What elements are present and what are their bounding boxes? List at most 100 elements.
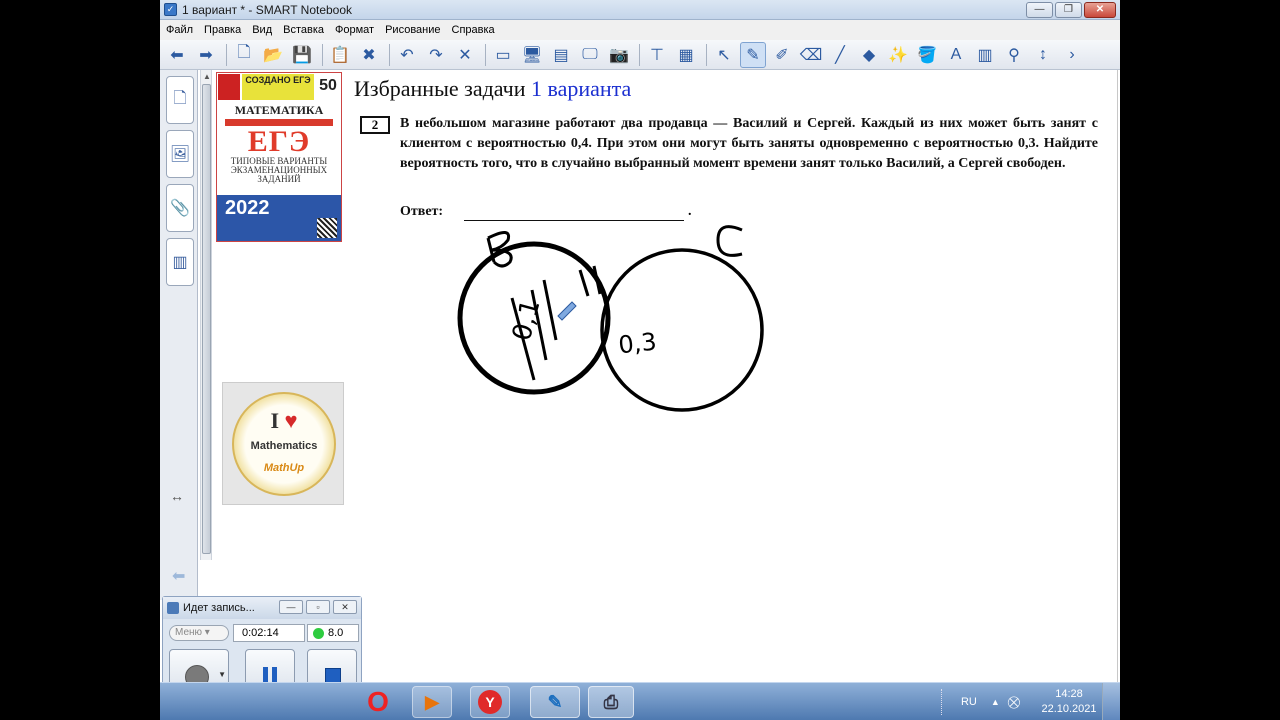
book-subject: МАТЕМАТИКА bbox=[234, 103, 324, 117]
shapes-icon[interactable]: ◆ bbox=[856, 42, 882, 68]
vertical-scrollbar[interactable]: ▲ bbox=[200, 70, 212, 560]
clock-date: 22.10.2021 bbox=[1041, 703, 1097, 715]
recorder-level: 8.0 bbox=[307, 624, 359, 642]
gallery-tab[interactable]: 🖼 bbox=[166, 130, 194, 178]
smart-notebook-taskbar-icon[interactable]: ✎ bbox=[530, 686, 580, 718]
save-icon[interactable]: 💾 bbox=[289, 42, 315, 68]
menu-format[interactable]: Формат bbox=[335, 24, 374, 36]
maximize-button[interactable]: ❐ bbox=[1055, 2, 1082, 18]
move-toolbar-icon[interactable]: ↕ bbox=[1030, 42, 1056, 68]
pen-icon[interactable]: ✎ bbox=[740, 41, 766, 68]
heart-icon: ♥ bbox=[284, 408, 298, 433]
menu-bar: Файл Правка Вид Вставка Формат Рисование… bbox=[160, 20, 1120, 40]
eraser-icon[interactable]: ⌫ bbox=[798, 42, 824, 68]
book-cover-image[interactable]: СОЗДАНО ЕГЭ 50 МАТЕМАТИКА ЕГЭ ТИПОВЫЕ ВА… bbox=[216, 72, 342, 242]
recording-status-icon bbox=[313, 628, 324, 639]
select-icon[interactable]: ↖ bbox=[711, 42, 737, 68]
menu-file[interactable]: Файл bbox=[166, 24, 193, 36]
badge-brand: MathUp bbox=[263, 462, 305, 474]
page-sorter-tab[interactable]: 🗋 bbox=[166, 76, 194, 124]
properties-tab[interactable]: ▥ bbox=[166, 238, 194, 286]
undo-icon[interactable]: ↶ bbox=[394, 42, 420, 68]
camera-icon[interactable]: 📷 bbox=[606, 42, 632, 68]
task-text[interactable]: В небольшом магазине работают два продав… bbox=[400, 114, 1098, 174]
add-page-icon[interactable]: 🗋 bbox=[231, 42, 257, 68]
document-camera-icon[interactable]: ⊤ bbox=[644, 42, 670, 68]
recorder-maximize-button[interactable]: ▫ bbox=[306, 600, 330, 614]
recorder-title-bar[interactable]: Идет запись... — ▫ ✕ bbox=[163, 597, 361, 619]
badge-i: I bbox=[270, 408, 279, 433]
back-icon[interactable]: ⬅ bbox=[164, 42, 190, 68]
open-file-icon[interactable]: 📂 bbox=[260, 42, 286, 68]
tray-expand-icon[interactable]: ▲ bbox=[991, 697, 1000, 707]
redo-icon[interactable]: ↷ bbox=[423, 42, 449, 68]
language-indicator[interactable]: RU bbox=[961, 696, 977, 708]
book-count: 50 bbox=[319, 77, 337, 94]
record-dropdown-icon[interactable]: ▼ bbox=[218, 670, 226, 679]
recorder-taskbar-icon[interactable]: ⎙ bbox=[588, 686, 634, 718]
more-icon[interactable]: › bbox=[1059, 42, 1085, 68]
delete-icon[interactable]: ✕ bbox=[452, 42, 478, 68]
magic-pen-icon[interactable]: ✨ bbox=[885, 42, 911, 68]
media-player-taskbar-icon[interactable]: ▶ bbox=[412, 686, 452, 718]
close-button[interactable]: ✕ bbox=[1084, 2, 1116, 18]
properties-icon[interactable]: ▥ bbox=[972, 42, 998, 68]
badge-word: Mathematics bbox=[250, 440, 318, 452]
creative-pen-icon[interactable]: ✐ bbox=[769, 42, 795, 68]
tray-grip bbox=[940, 689, 953, 715]
resize-arrows-icon[interactable]: ↔ bbox=[170, 488, 184, 504]
yandex-browser-taskbar-icon[interactable]: Y bbox=[470, 686, 510, 718]
menu-edit[interactable]: Правка bbox=[204, 24, 241, 36]
show-desktop-button[interactable] bbox=[1102, 683, 1120, 720]
menu-view[interactable]: Вид bbox=[252, 24, 272, 36]
recorder-minimize-button[interactable]: — bbox=[279, 600, 303, 614]
task-number: 2 bbox=[360, 116, 390, 134]
toolbar-separator bbox=[706, 43, 707, 66]
toolbar-separator bbox=[485, 43, 486, 66]
recorder-elapsed-time: 0:02:14 bbox=[233, 624, 305, 642]
paste-icon[interactable]: 📋 bbox=[327, 42, 353, 68]
heading-accent: 1 варианта bbox=[531, 76, 632, 101]
table-icon[interactable]: ▦ bbox=[673, 42, 699, 68]
recorder-menu-dropdown[interactable]: Меню ▾ bbox=[169, 625, 229, 641]
text-icon[interactable]: A bbox=[943, 42, 969, 68]
monitor-icon[interactable]: 🖵 bbox=[577, 42, 603, 68]
heading-main: Избранные задачи bbox=[354, 76, 531, 101]
math-badge-image[interactable]: I ♥ Mathematics MathUp bbox=[222, 382, 344, 505]
clock-time: 14:28 bbox=[1055, 688, 1083, 700]
book-line-3: ЗАДАНИЙ bbox=[257, 174, 301, 184]
clock[interactable]: 14:28 22.10.2021 bbox=[1036, 687, 1102, 717]
network-icon[interactable]: ⛒ bbox=[1008, 695, 1020, 710]
badge-circle: I ♥ Mathematics MathUp bbox=[232, 392, 336, 496]
measure-icon[interactable]: ⚲ bbox=[1001, 42, 1027, 68]
page-heading[interactable]: Избранные задачи 1 варианта bbox=[354, 76, 631, 102]
system-tray: RU ▲ ⛒ 14:28 22.10.2021 bbox=[940, 683, 1120, 720]
toolbar-separator bbox=[639, 43, 640, 66]
full-screen-icon[interactable]: 🖥 bbox=[519, 42, 545, 68]
menu-insert[interactable]: Вставка bbox=[283, 24, 324, 36]
main-toolbar: ⬅ ➡ 🗋 📂 💾 📋 ✖ ↶ ↷ ✕ ▭ 🖥 ▤ 🖵 📷 ⊤ ▦ ↖ ✎ ✐ ⌫ ╱ ◆ ✨ 🪣 A ▥ ⚲ ↕ › bbox=[160, 40, 1120, 70]
side-back-arrow-icon[interactable]: ⬅ bbox=[172, 566, 185, 586]
scroll-up-icon[interactable]: ▲ bbox=[203, 72, 211, 81]
line-icon[interactable]: ╱ bbox=[827, 42, 853, 68]
menu-help[interactable]: Справка bbox=[452, 24, 495, 36]
screen-shade-icon[interactable]: ▭ bbox=[490, 42, 516, 68]
opera-taskbar-icon[interactable]: O bbox=[358, 686, 398, 718]
forward-icon[interactable]: ➡ bbox=[193, 42, 219, 68]
fill-icon[interactable]: 🪣 bbox=[914, 42, 940, 68]
qr-code bbox=[317, 218, 337, 238]
book-year-band: 2022 bbox=[217, 195, 341, 241]
book-badge: СОЗДАНО ЕГЭ bbox=[242, 74, 314, 100]
attachments-tab[interactable]: 📎 bbox=[166, 184, 194, 232]
answer-label: Ответ: bbox=[400, 204, 444, 219]
minimize-button[interactable]: — bbox=[1026, 2, 1053, 18]
recorder-close-button[interactable]: ✕ bbox=[333, 600, 357, 614]
menu-draw[interactable]: Рисование bbox=[385, 24, 440, 36]
side-tab-panel: 🗋 🖼 📎 ▥ ↔ ⬅ bbox=[160, 70, 198, 600]
dual-page-icon[interactable]: ▤ bbox=[548, 42, 574, 68]
publisher-logo bbox=[218, 74, 240, 100]
toolbar-separator bbox=[389, 43, 390, 66]
scroll-thumb[interactable] bbox=[202, 84, 211, 554]
delete-page-icon[interactable]: ✖ bbox=[356, 42, 382, 68]
notebook-page[interactable]: СОЗДАНО ЕГЭ 50 МАТЕМАТИКА ЕГЭ ТИПОВЫЕ ВА… bbox=[212, 70, 1118, 682]
